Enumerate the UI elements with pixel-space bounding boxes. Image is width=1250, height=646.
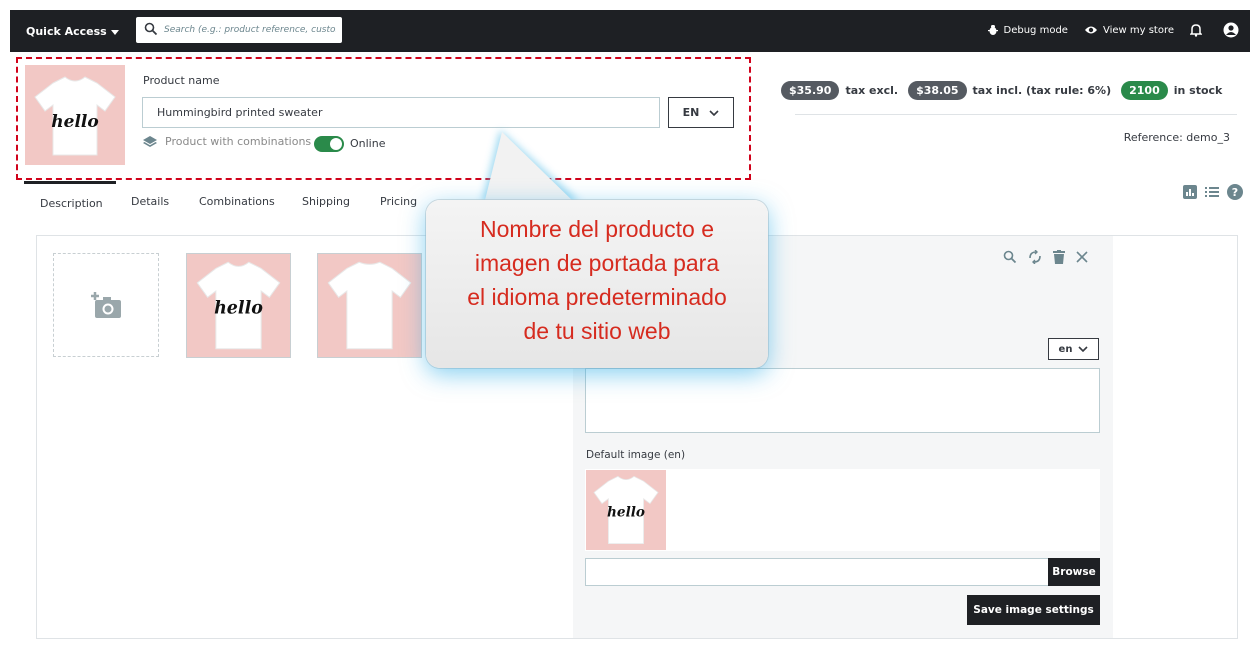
tshirt-print-text: hello [607,504,645,520]
tab-shipping[interactable]: Shipping [302,195,350,208]
tab-tools: ? [1175,184,1243,200]
divider [795,114,1237,115]
file-input[interactable] [585,558,1049,586]
account-button[interactable] [1223,22,1244,38]
stock-label: in stock [1173,84,1223,97]
tshirt-back-image [327,261,412,350]
caret-down-icon [110,29,119,35]
gallery-image[interactable]: hello [186,253,291,358]
zoom-button[interactable] [1003,250,1017,264]
top-bar: Quick Access Debug mode View my store [10,10,1250,52]
list-button[interactable] [1205,186,1219,198]
bar-chart-icon [1183,185,1197,199]
gallery-image[interactable] [317,253,422,358]
quick-access-menu[interactable]: Quick Access [26,25,119,38]
product-reference: Reference: demo_3 [1123,131,1230,144]
close-button[interactable] [1076,251,1088,263]
tax-excl-price-badge: $35.90 [781,81,840,100]
caption-language-dropdown[interactable]: en [1048,338,1099,360]
caption-language-label: en [1058,343,1073,355]
highlight-box [16,57,751,180]
default-image: hello [586,470,666,550]
active-tab-indicator [24,181,116,184]
tax-incl-label: tax incl. (tax rule: 6%) [972,84,1112,97]
tshirt-image: hello [593,475,659,544]
trash-icon [1053,250,1065,264]
debug-mode-link[interactable]: Debug mode [987,24,1068,36]
default-image-label: Default image (en) [586,449,686,461]
tab-details[interactable]: Details [131,195,169,208]
add-image-button[interactable] [53,253,159,357]
replace-button[interactable] [1028,250,1042,264]
user-circle-icon [1223,22,1239,38]
bug-icon [987,25,998,35]
tshirt-image: hello [196,261,281,350]
tab-description[interactable]: Description [40,197,103,210]
close-icon [1076,251,1088,263]
stock-count-badge: 2100 [1121,81,1168,100]
caption-textarea[interactable] [585,368,1100,433]
view-store-label: View my store [1102,24,1174,36]
tax-incl-price-badge: $38.05 [908,81,967,100]
stats-button[interactable] [1183,185,1197,199]
zoom-icon [1003,250,1017,264]
list-icon [1205,187,1219,197]
delete-button[interactable] [1053,250,1065,264]
image-actions [1003,250,1099,264]
view-store-link[interactable]: View my store [1084,24,1174,36]
tab-combinations[interactable]: Combinations [199,195,275,208]
help-icon: ? [1227,184,1243,200]
price-summary: $35.90 tax excl. $38.05 tax incl. (tax r… [781,81,1232,100]
add-photo-icon [91,292,121,318]
eye-icon [1084,26,1097,34]
search-box[interactable] [136,17,342,43]
image-search-icon [1029,250,1041,264]
browse-button[interactable]: Browse [1048,558,1100,586]
debug-mode-label: Debug mode [1003,24,1068,36]
svg-text:?: ? [1232,186,1238,199]
top-bar-actions: Debug mode View my store [971,22,1244,38]
chevron-down-icon [1078,346,1089,352]
help-button[interactable]: ? [1227,184,1243,200]
search-icon [144,22,158,36]
quick-access-label: Quick Access [26,25,107,38]
tab-pricing[interactable]: Pricing [380,195,417,208]
search-input[interactable] [164,21,336,39]
bell-icon [1190,24,1202,37]
tshirt-print-text: hello [214,299,263,319]
notifications-button[interactable] [1190,23,1207,37]
tax-excl-label: tax excl. [845,84,899,97]
save-image-settings-button[interactable]: Save image settings [967,595,1100,625]
